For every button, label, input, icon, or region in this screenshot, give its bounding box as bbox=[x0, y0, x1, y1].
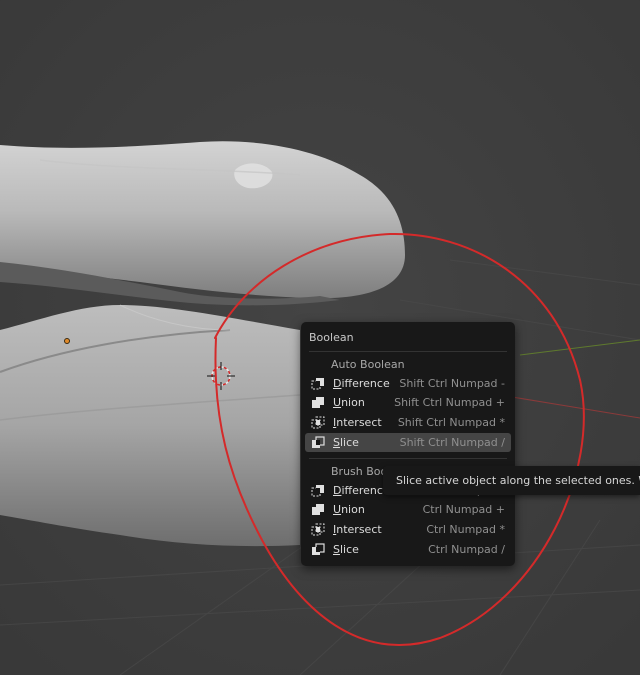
difference-icon bbox=[311, 377, 324, 389]
title-separator bbox=[309, 351, 507, 352]
menu-item-auto-difference[interactable]: Difference Shift Ctrl Numpad - bbox=[305, 374, 511, 393]
menu-item-shortcut: Ctrl Numpad + bbox=[422, 503, 505, 516]
menu-item-shortcut: Ctrl Numpad / bbox=[428, 543, 505, 556]
menu-item-brush-intersect[interactable]: Intersect Ctrl Numpad * bbox=[305, 520, 511, 539]
menu-item-label: Slice bbox=[333, 543, 359, 556]
menu-item-shortcut: Ctrl Numpad * bbox=[426, 523, 505, 536]
difference-icon bbox=[311, 484, 324, 496]
menu-item-auto-intersect[interactable]: Intersect Shift Ctrl Numpad * bbox=[305, 413, 511, 432]
section-separator bbox=[309, 458, 507, 459]
menu-item-shortcut: Shift Ctrl Numpad + bbox=[394, 396, 505, 409]
menu-item-label: Intersect bbox=[333, 523, 382, 536]
menu-item-shortcut: Shift Ctrl Numpad * bbox=[397, 416, 505, 429]
menu-item-brush-union[interactable]: Union Ctrl Numpad + bbox=[305, 500, 511, 519]
menu-title: Boolean bbox=[309, 331, 354, 344]
slice-icon bbox=[312, 542, 325, 555]
menu-item-label: Difference bbox=[333, 377, 390, 390]
slice-tooltip: Slice active object along the selected o… bbox=[383, 466, 640, 495]
menu-item-label: Union bbox=[333, 396, 365, 409]
intersect-icon bbox=[311, 416, 325, 428]
section-label-auto-boolean: Auto Boolean bbox=[331, 358, 405, 371]
menu-item-shortcut: Shift Ctrl Numpad / bbox=[399, 436, 505, 449]
section-label-brush-boolean: Brush Boo bbox=[331, 465, 388, 478]
union-icon bbox=[312, 396, 324, 408]
menu-item-label: Intersect bbox=[333, 416, 382, 429]
boolean-menu: Boolean Auto Boolean Difference Shift Ct… bbox=[301, 322, 515, 566]
menu-item-label: Union bbox=[333, 503, 365, 516]
object-origin-dot bbox=[64, 338, 70, 344]
union-icon bbox=[312, 503, 324, 515]
slice-icon bbox=[312, 435, 325, 448]
menu-item-brush-slice[interactable]: Slice Ctrl Numpad / bbox=[305, 540, 511, 559]
menu-item-shortcut: Shift Ctrl Numpad - bbox=[399, 377, 505, 390]
menu-item-auto-slice[interactable]: Slice Shift Ctrl Numpad / bbox=[305, 433, 511, 452]
intersect-icon bbox=[311, 523, 325, 535]
menu-item-label: Slice bbox=[333, 436, 359, 449]
menu-item-auto-union[interactable]: Union Shift Ctrl Numpad + bbox=[305, 393, 511, 412]
